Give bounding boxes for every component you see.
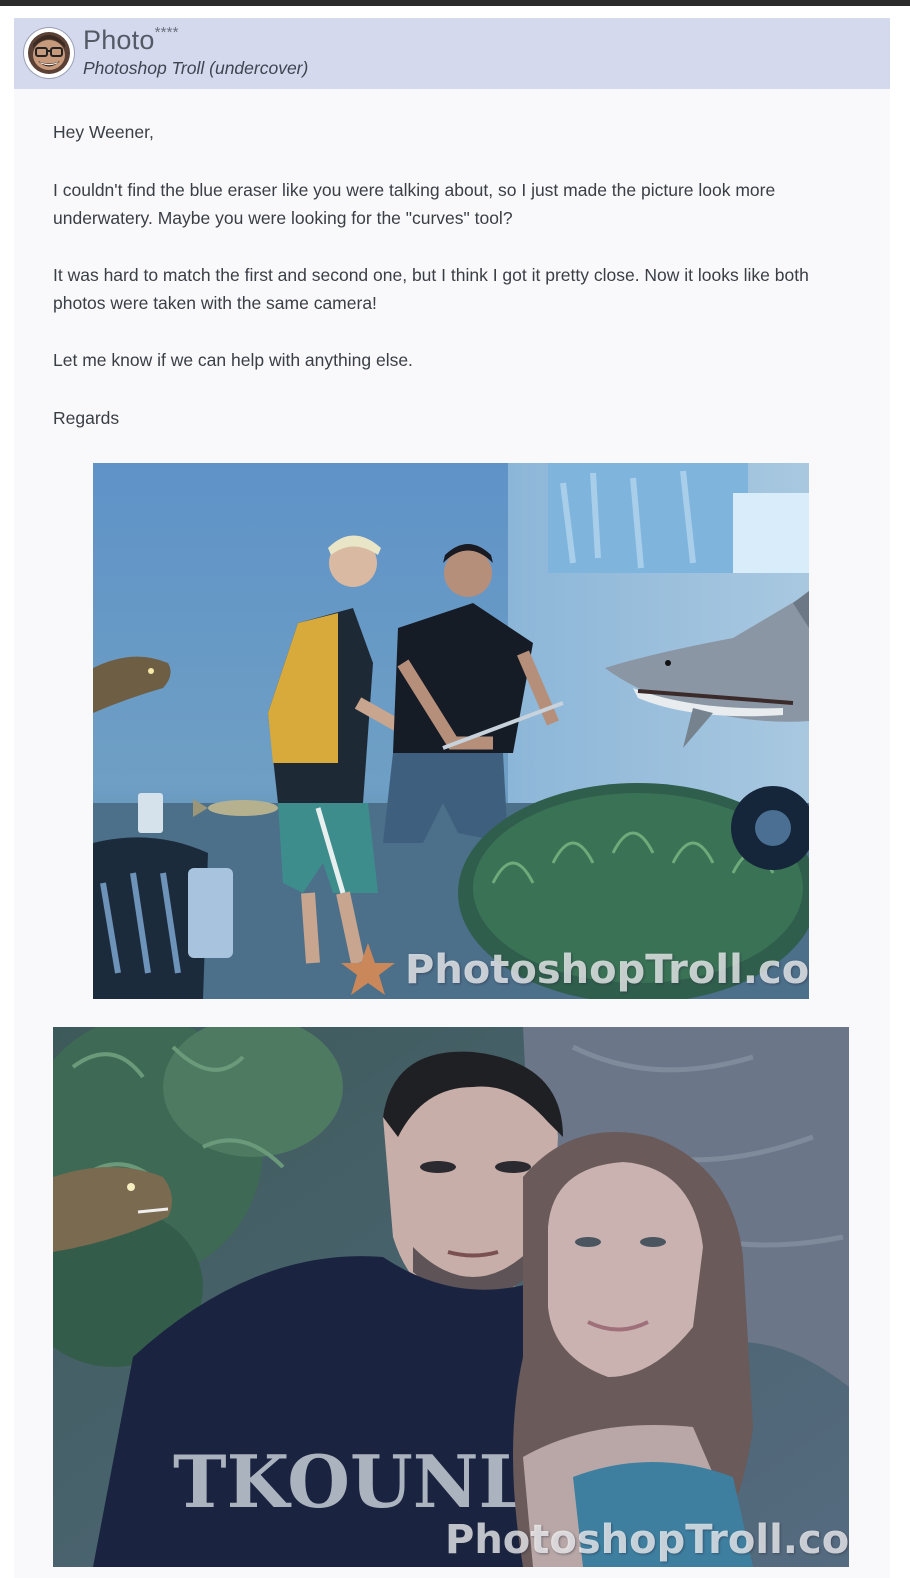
paragraph-3: Let me know if we can help with anything… — [53, 350, 413, 370]
paragraph-1: I couldn't find the blue eraser like you… — [53, 180, 776, 228]
author-name[interactable]: Photo**** — [83, 24, 179, 56]
sign-off: Regards — [53, 408, 120, 428]
author-name-text: Photo — [83, 25, 155, 55]
paragraph-2: It was hard to match the first and secon… — [53, 265, 809, 313]
author-name-suffix: **** — [154, 24, 179, 41]
watermark-1: PhotoshopTroll.com — [405, 947, 809, 993]
avatar[interactable] — [24, 28, 74, 78]
underwater-couple-eel-icon: TKOUNLTD — [53, 1027, 849, 1567]
underwater-scene-shark-eel-icon — [93, 463, 809, 999]
watermark-2: PhotoshopTroll.com — [445, 1517, 849, 1563]
author-role: Photoshop Troll (undercover) — [83, 58, 309, 78]
edited-photo-2[interactable]: TKOUNLTD PhotoshopTroll.com — [53, 1027, 849, 1567]
top-bar — [0, 0, 910, 6]
post-body: Hey Weener, I couldn't find the blue era… — [14, 89, 890, 1578]
greeting: Hey Weener, — [53, 122, 154, 142]
edited-photo-1[interactable]: PhotoshopTroll.com — [93, 463, 809, 999]
post-header: Photo**** Photoshop Troll (undercover) — [14, 18, 890, 89]
avatar-troll-face-icon — [28, 32, 70, 74]
